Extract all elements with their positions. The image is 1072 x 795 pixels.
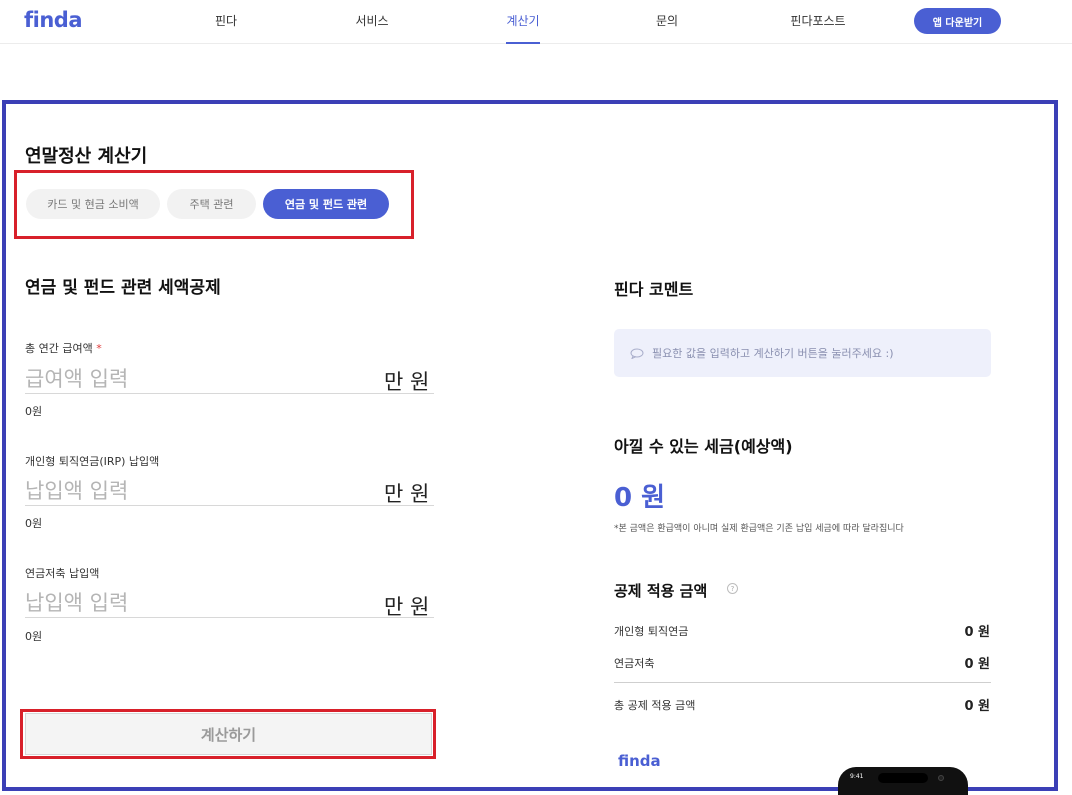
salary-unit: 만 원 xyxy=(384,370,430,394)
deduction-total-label: 총 공제 적용 금액 xyxy=(614,699,696,712)
top-navigation: finda 핀다 서비스 계산기 문의 핀다포스트 앱 다운받기 xyxy=(0,0,1072,44)
calculate-button[interactable]: 계산하기 xyxy=(25,713,432,755)
tab-pension-fund[interactable]: 연금 및 펀드 관련 xyxy=(263,189,389,219)
pension-savings-converted: 0원 xyxy=(25,630,43,643)
phone-camera-icon xyxy=(938,775,944,781)
salary-input[interactable] xyxy=(25,364,434,394)
required-mark: * xyxy=(96,342,102,355)
tab-housing[interactable]: 주택 관련 xyxy=(167,189,256,219)
speech-bubble-icon xyxy=(630,348,644,359)
deduction-row-value-pension: 0 원 xyxy=(964,657,990,672)
nav-item-inquiry[interactable]: 문의 xyxy=(656,12,678,29)
irp-input[interactable] xyxy=(25,476,434,506)
pension-savings-label: 연금저축 납입액 xyxy=(25,567,100,580)
app-download-button[interactable]: 앱 다운받기 xyxy=(914,8,1001,34)
active-nav-underline xyxy=(506,42,540,44)
nav-item-services[interactable]: 서비스 xyxy=(355,12,388,29)
deduction-title: 공제 적용 금액 xyxy=(614,582,708,600)
phone-status-time: 9:41 xyxy=(850,773,864,780)
footer-finda-logo: finda xyxy=(618,752,661,770)
deduction-total-value: 0 원 xyxy=(964,699,990,714)
phone-mockup-image: 9:41 xyxy=(838,767,968,795)
page-title: 연말정산 계산기 xyxy=(25,146,148,167)
saving-title: 아낄 수 있는 세금(예상액) xyxy=(614,437,793,456)
section-title: 연금 및 펀드 관련 세액공제 xyxy=(25,278,221,298)
saving-note: *본 금액은 환급액이 아니며 실제 환급액은 기존 납입 세금에 따라 달라집… xyxy=(614,524,904,534)
deduction-row-label-pension: 연금저축 xyxy=(614,657,655,670)
deduction-row-value-irp: 0 원 xyxy=(964,625,990,640)
comment-box: 필요한 값을 입력하고 계산하기 버튼을 눌러주세요 :) xyxy=(614,329,991,377)
nav-item-finda-post[interactable]: 핀다포스트 xyxy=(790,12,845,29)
pension-savings-input[interactable] xyxy=(25,588,434,618)
salary-converted: 0원 xyxy=(25,405,43,418)
help-icon[interactable]: ? xyxy=(727,583,738,594)
phone-notch xyxy=(878,773,928,783)
nav-item-calculator[interactable]: 계산기 xyxy=(506,12,539,29)
deduction-divider xyxy=(614,682,991,683)
pension-savings-unit: 만 원 xyxy=(384,595,430,619)
salary-label: 총 연간 급여액 * xyxy=(25,342,102,355)
comment-title: 핀다 코멘트 xyxy=(614,280,694,299)
finda-logo[interactable]: finda xyxy=(24,8,83,32)
irp-converted: 0원 xyxy=(25,517,43,530)
irp-unit: 만 원 xyxy=(384,482,430,506)
irp-label: 개인형 퇴직연금(IRP) 납입액 xyxy=(25,455,160,468)
tab-card-cash[interactable]: 카드 및 현금 소비액 xyxy=(26,189,160,219)
comment-text: 필요한 값을 입력하고 계산하기 버튼을 눌러주세요 :) xyxy=(652,347,894,360)
saving-amount: 0 원 xyxy=(614,483,666,513)
nav-item-finda[interactable]: 핀다 xyxy=(215,12,237,29)
deduction-row-label-irp: 개인형 퇴직연금 xyxy=(614,625,689,638)
